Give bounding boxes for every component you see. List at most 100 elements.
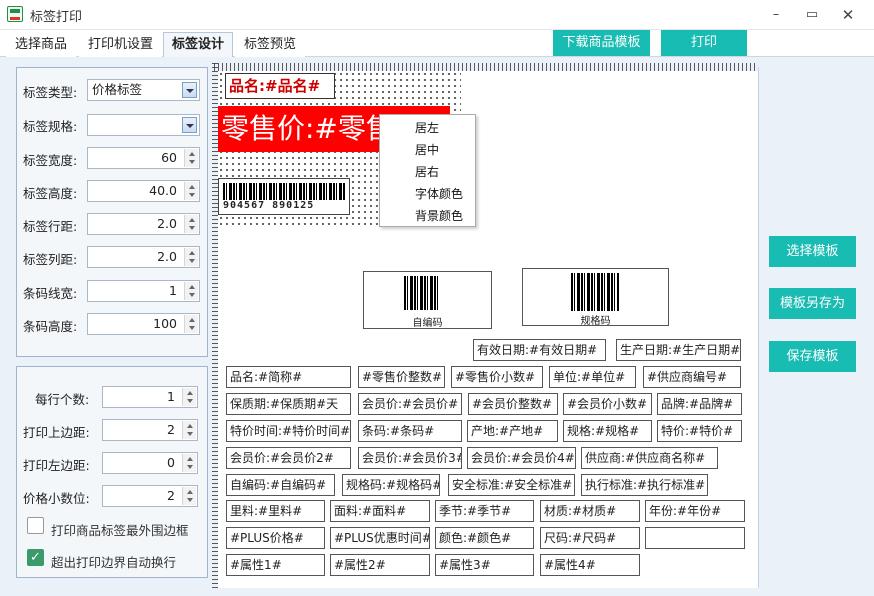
field-member-int[interactable]: #会员价整数# <box>468 393 558 415</box>
per-row-stepper[interactable]: 1 <box>102 386 198 408</box>
tab-printer-settings[interactable]: 打印机设置 <box>79 32 163 57</box>
menu-align-right[interactable]: 居右 <box>380 161 475 183</box>
left-margin-stepper[interactable]: 0 <box>102 452 198 474</box>
label-width-value: 60 <box>161 150 177 165</box>
field-unit[interactable]: 单位:#单位# <box>549 366 636 388</box>
label-type-select[interactable]: 价格标签 <box>87 79 200 101</box>
field-exec-standard[interactable]: 执行标准:#执行标准# <box>581 474 708 496</box>
field-member-price-2[interactable]: 会员价:#会员价2# <box>226 447 351 469</box>
field-supplier-name[interactable]: 供应商:#供应商名称# <box>581 447 718 469</box>
field-brand[interactable]: 品牌:#品牌# <box>657 393 742 415</box>
field-season[interactable]: 季节:#季节# <box>435 500 534 522</box>
print-button[interactable]: 打印 <box>661 30 747 56</box>
per-row-label: 每行个数: <box>35 392 90 407</box>
field-member-price-4[interactable]: 会员价:#会员价4# <box>467 447 576 469</box>
bar-height-label: 条码高度: <box>23 319 78 334</box>
stepper-arrows-icon[interactable] <box>182 421 196 439</box>
field-special-price[interactable]: 特价:#特价# <box>657 420 742 442</box>
field-size[interactable]: 尺码:#尺码# <box>540 527 640 549</box>
field-attr-3[interactable]: #属性3# <box>435 554 534 576</box>
stepper-arrows-icon[interactable] <box>182 454 196 472</box>
outer-border-checkbox[interactable] <box>27 517 44 534</box>
price-decimals-stepper[interactable]: 2 <box>102 485 198 507</box>
tab-select-goods[interactable]: 选择商品 <box>6 32 77 57</box>
top-margin-label: 打印上边距: <box>23 425 90 440</box>
field-material[interactable]: 材质:#材质# <box>540 500 640 522</box>
name-field[interactable]: 品名:#品名# <box>225 73 335 99</box>
field-origin[interactable]: 产地:#产地# <box>467 420 558 442</box>
field-shelf-life[interactable]: 保质期:#保质期#天 <box>226 393 351 415</box>
field-retail-int[interactable]: #零售价整数# <box>358 366 445 388</box>
menu-bg-color[interactable]: 背景颜色 <box>380 205 475 227</box>
field-special-time[interactable]: 特价时间:#特价时间# <box>226 420 351 442</box>
save-template-button[interactable]: 保存模板 <box>769 341 856 372</box>
field-plus-time[interactable]: #PLUS优惠时间# <box>330 527 430 549</box>
field-member-price-3[interactable]: 会员价:#会员价3# <box>358 447 462 469</box>
bar-line-width-stepper[interactable]: 1 <box>87 280 200 302</box>
menu-align-center[interactable]: 居中 <box>380 139 475 161</box>
save-as-template-button[interactable]: 模板另存为 <box>769 288 856 319</box>
field-supplier-code[interactable]: #供应商编号# <box>643 366 741 388</box>
stepper-arrows-icon[interactable] <box>184 315 198 333</box>
label-width-stepper[interactable]: 60 <box>87 147 200 169</box>
field-spec-code[interactable]: 规格码:#规格码# <box>342 474 440 496</box>
price-decimals-value: 2 <box>167 488 175 503</box>
auto-wrap-label[interactable]: 超出打印边界自动换行 <box>51 552 176 571</box>
col-gap-stepper[interactable]: 2.0 <box>87 246 200 268</box>
label-height-stepper[interactable]: 40.0 <box>87 180 200 202</box>
tab-label-design[interactable]: 标签设计 <box>163 32 234 58</box>
download-template-button[interactable]: 下载商品模板 <box>553 30 650 56</box>
stepper-arrows-icon[interactable] <box>184 215 198 233</box>
field-spec[interactable]: 规格:#规格# <box>563 420 652 442</box>
self-code-barcode-button[interactable]: 自编码 <box>363 271 492 329</box>
field-attr-4[interactable]: #属性4# <box>540 554 640 576</box>
barcode-field[interactable]: 904567 890125 <box>218 178 350 215</box>
window-title: 标签打印 <box>30 10 83 25</box>
row-gap-stepper[interactable]: 2.0 <box>87 213 200 235</box>
field-plus-price[interactable]: #PLUS价格# <box>226 527 325 549</box>
outer-border-label[interactable]: 打印商品标签最外围边框 <box>51 520 189 539</box>
barcode-bars <box>223 183 345 200</box>
menu-align-left[interactable]: 居左 <box>380 117 475 139</box>
auto-wrap-checkbox[interactable]: ✓ <box>27 549 44 566</box>
menu-font-color[interactable]: 字体颜色 <box>380 183 475 205</box>
stepper-arrows-icon[interactable] <box>184 282 198 300</box>
label-width-label: 标签宽度: <box>23 153 78 168</box>
label-height-value: 40.0 <box>149 183 177 198</box>
stepper-arrows-icon[interactable] <box>184 149 198 167</box>
field-barcode[interactable]: 条码:#条码# <box>358 420 462 442</box>
field-member-dec[interactable]: #会员价小数# <box>563 393 652 415</box>
left-margin-label: 打印左边距: <box>23 458 90 473</box>
field-safety-standard[interactable]: 安全标准:#安全标准# <box>448 474 575 496</box>
field-self-code[interactable]: 自编码:#自编码# <box>226 474 335 496</box>
field-production-date[interactable]: 生产日期:#生产日期# <box>616 339 741 361</box>
field-expiry-date[interactable]: 有效日期:#有效日期# <box>473 339 606 361</box>
bar-height-stepper[interactable]: 100 <box>87 313 200 335</box>
minimize-icon[interactable]: – <box>762 4 790 26</box>
choose-template-button[interactable]: 选择模板 <box>769 236 856 267</box>
maximize-icon[interactable]: ▭ <box>798 4 826 26</box>
field-empty[interactable] <box>645 527 745 549</box>
top-margin-stepper[interactable]: 2 <box>102 419 198 441</box>
close-icon[interactable]: ✕ <box>834 4 862 26</box>
stepper-arrows-icon[interactable] <box>182 487 196 505</box>
field-fabric[interactable]: 面料:#面料# <box>330 500 430 522</box>
field-attr-1[interactable]: #属性1# <box>226 554 325 576</box>
row-gap-value: 2.0 <box>157 216 177 231</box>
per-row-value: 1 <box>167 389 175 404</box>
stepper-arrows-icon[interactable] <box>182 388 196 406</box>
field-color[interactable]: 颜色:#颜色# <box>435 527 534 549</box>
field-attr-2[interactable]: #属性2# <box>330 554 430 576</box>
chevron-down-icon <box>182 82 197 98</box>
stepper-arrows-icon[interactable] <box>184 182 198 200</box>
label-spec-select[interactable] <box>87 114 200 136</box>
spec-code-barcode-button[interactable]: 规格码 <box>522 268 669 327</box>
field-year[interactable]: 年份:#年份# <box>645 500 745 522</box>
app-icon <box>7 6 23 22</box>
stepper-arrows-icon[interactable] <box>184 248 198 266</box>
field-short-name[interactable]: 品名:#简称# <box>226 366 351 388</box>
field-lining[interactable]: 里料:#里料# <box>226 500 325 522</box>
field-member-price[interactable]: 会员价:#会员价# <box>358 393 462 415</box>
tab-label-preview[interactable]: 标签预览 <box>235 32 306 57</box>
field-retail-dec[interactable]: #零售价小数# <box>451 366 543 388</box>
